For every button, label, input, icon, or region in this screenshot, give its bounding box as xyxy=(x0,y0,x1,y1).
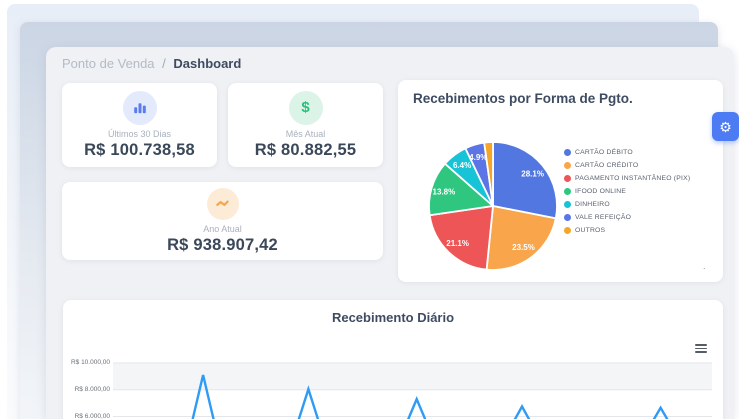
dollar-icon: $ xyxy=(289,91,323,125)
breadcrumb: Ponto de Venda / Dashboard xyxy=(62,56,241,71)
payments-pie-chart: 28.1% 23.5% 21.1% 13.8% 6.4%4.9% xyxy=(426,139,560,273)
stat-value: R$ 100.738,58 xyxy=(84,141,195,160)
dashboard-panel: Ponto de Venda / Dashboard Últimos 30 Di… xyxy=(46,47,734,419)
pie-slice[interactable] xyxy=(493,142,557,218)
line-chart-title: Recebimento Diário xyxy=(63,310,723,325)
breadcrumb-current: Dashboard xyxy=(173,56,241,71)
legend-dot-icon xyxy=(564,162,571,169)
legend-dot-icon xyxy=(564,201,571,208)
legend-label: CARTÃO CRÉDITO xyxy=(575,162,638,169)
legend-dot-icon xyxy=(564,175,571,182)
stat-card-last-30-days: Últimos 30 Dias R$ 100.738,58 xyxy=(62,83,217,167)
pie-slice[interactable] xyxy=(487,206,556,270)
pie-slice-label: 13.8% xyxy=(433,187,456,196)
legend-label: DINHEIRO xyxy=(575,201,610,208)
legend-label: OUTROS xyxy=(575,227,605,234)
legend-label: IFOOD ONLINE xyxy=(575,188,626,195)
breadcrumb-section[interactable]: Ponto de Venda xyxy=(62,56,155,71)
legend-dot-icon xyxy=(564,227,571,234)
legend-item[interactable]: CARTÃO CRÉDITO xyxy=(564,159,690,172)
stat-label: Ano Atual xyxy=(203,224,242,234)
y-axis-tick-label: R$ 8.000,00 xyxy=(75,386,110,393)
settings-button[interactable]: ⚙ xyxy=(712,112,739,141)
legend-dot-icon xyxy=(564,188,571,195)
pie-chart-title: Recebimentos por Forma de Pgto. xyxy=(413,91,633,106)
hamburger-menu-icon[interactable] xyxy=(695,344,707,353)
legend-item[interactable]: PAGAMENTO INSTANTÂNEO (PIX) xyxy=(564,172,690,185)
stat-label: Mês Atual xyxy=(286,129,326,139)
daily-revenue-line-chart xyxy=(113,355,712,419)
stat-card-current-month: $ Mês Atual R$ 80.882,55 xyxy=(228,83,383,167)
pie-slice-label: 28.1% xyxy=(521,170,544,179)
pie-chart-card: Recebimentos por Forma de Pgto. 28.1% 23.… xyxy=(398,80,723,282)
legend-label: PAGAMENTO INSTANTÂNEO (PIX) xyxy=(575,175,690,182)
stat-card-current-year: Ano Atual R$ 938.907,42 xyxy=(62,182,383,260)
pie-chart-legend: CARTÃO DÉBITO CARTÃO CRÉDITO PAGAMENTO INS… xyxy=(564,146,690,237)
bar-chart-icon xyxy=(123,91,157,125)
pie-slice-label: 6.4% xyxy=(453,161,471,170)
legend-dot-icon xyxy=(564,149,571,156)
pie-slice-label: 23.5% xyxy=(512,243,535,252)
pie-slice-label: 21.1% xyxy=(446,239,469,248)
y-axis-tick-label: R$ 10.000,00 xyxy=(71,359,110,366)
gear-icon: ⚙ xyxy=(719,120,732,134)
pie-slice[interactable] xyxy=(430,206,493,270)
stat-value: R$ 80.882,55 xyxy=(255,141,356,160)
line-chart-card: Recebimento Diário R$ 10.000,00 R$ 8.000,… xyxy=(63,300,723,419)
legend-label: VALE REFEIÇÃO xyxy=(575,214,631,221)
legend-label: CARTÃO DÉBITO xyxy=(575,149,633,156)
trend-line-icon xyxy=(207,188,239,220)
pie-slice-label: 4.9% xyxy=(469,153,487,162)
stray-dot: . xyxy=(703,261,706,271)
stat-label: Últimos 30 Dias xyxy=(108,129,171,139)
stat-value: R$ 938.907,42 xyxy=(167,236,278,255)
y-axis-tick-label: R$ 6.000,00 xyxy=(75,413,110,419)
legend-item[interactable]: DINHEIRO xyxy=(564,198,690,211)
legend-item[interactable]: OUTROS xyxy=(564,224,690,237)
legend-item[interactable]: CARTÃO DÉBITO xyxy=(564,146,690,159)
legend-item[interactable]: VALE REFEIÇÃO xyxy=(564,211,690,224)
legend-dot-icon xyxy=(564,214,571,221)
dashboard-page: Ponto de Venda / Dashboard Últimos 30 Di… xyxy=(0,0,739,419)
legend-item[interactable]: IFOOD ONLINE xyxy=(564,185,690,198)
breadcrumb-separator: / xyxy=(158,56,170,71)
